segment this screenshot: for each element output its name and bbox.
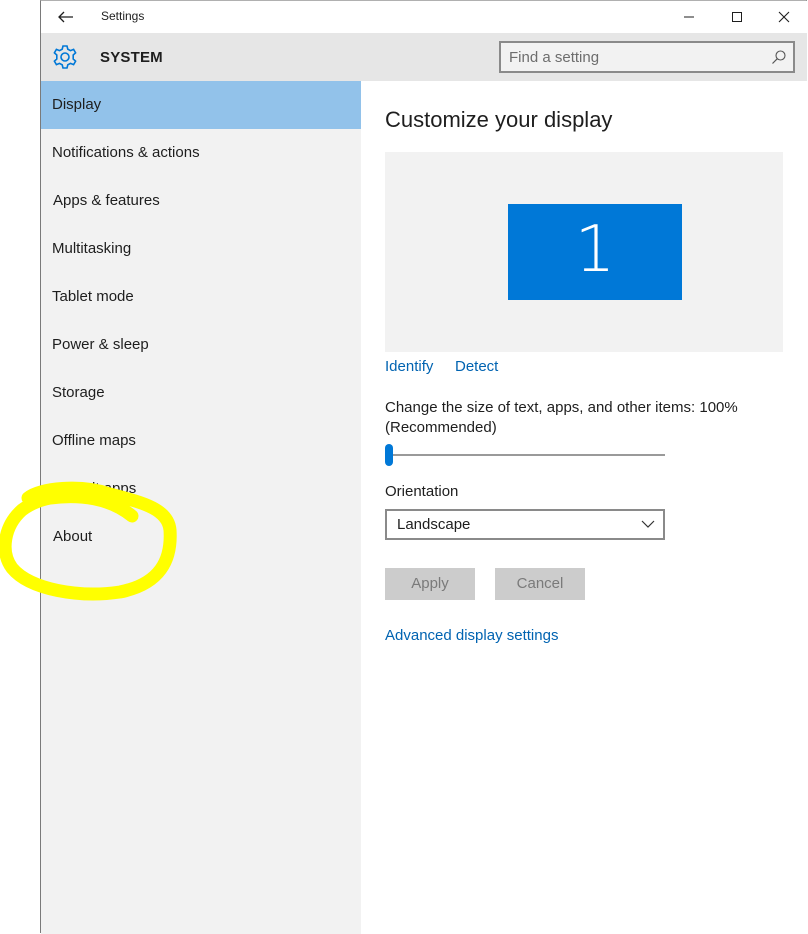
settings-header: SYSTEM xyxy=(41,33,807,81)
close-button[interactable] xyxy=(761,1,807,33)
sidebar-item-notifications[interactable]: Notifications & actions xyxy=(41,129,361,177)
chevron-down-icon xyxy=(641,520,655,528)
orientation-dropdown[interactable]: Landscape xyxy=(385,509,665,540)
sidebar-item-power-sleep[interactable]: Power & sleep xyxy=(41,321,361,369)
page-title: Customize your display xyxy=(385,107,613,132)
slider-thumb[interactable] xyxy=(385,444,393,466)
advanced-display-settings-link[interactable]: Advanced display settings xyxy=(385,627,558,644)
section-title: SYSTEM xyxy=(100,49,163,66)
search-input[interactable] xyxy=(509,47,759,67)
gear-icon xyxy=(53,45,77,69)
settings-window: Settings SYSTEM Display Notifica xyxy=(40,0,807,934)
maximize-icon xyxy=(732,12,742,22)
back-arrow-icon xyxy=(58,11,73,23)
main-content: Customize your display 1 Identify Detect… xyxy=(361,81,807,934)
sidebar-item-offline-maps[interactable]: Offline maps xyxy=(41,417,361,465)
sidebar-item-about[interactable]: About xyxy=(41,513,361,561)
title-bar: Settings xyxy=(41,1,807,33)
orientation-label: Orientation xyxy=(385,483,459,500)
sidebar-item-default-apps[interactable]: Default apps xyxy=(41,465,361,513)
apply-button[interactable]: Apply xyxy=(385,568,475,600)
display-preview: 1 xyxy=(385,152,783,352)
back-button[interactable] xyxy=(49,5,83,29)
identify-link[interactable]: Identify xyxy=(385,358,433,375)
sidebar-item-tablet-mode[interactable]: Tablet mode xyxy=(41,273,361,321)
scale-slider[interactable] xyxy=(385,444,667,466)
sidebar-item-storage[interactable]: Storage xyxy=(41,369,361,417)
detect-link[interactable]: Detect xyxy=(455,358,498,375)
scale-label: Change the size of text, apps, and other… xyxy=(385,399,738,436)
monitor-tile[interactable]: 1 xyxy=(508,204,682,300)
slider-track xyxy=(385,454,665,456)
sidebar: Display Notifications & actions Apps & f… xyxy=(41,81,361,934)
minimize-icon xyxy=(684,16,694,18)
search-icon[interactable] xyxy=(771,49,787,65)
orientation-value: Landscape xyxy=(397,516,471,533)
minimize-button[interactable] xyxy=(666,1,712,33)
cancel-button[interactable]: Cancel xyxy=(495,568,585,600)
maximize-button[interactable] xyxy=(714,1,760,33)
window-title: Settings xyxy=(101,9,145,23)
close-icon xyxy=(778,11,790,23)
sidebar-item-apps-features[interactable]: Apps & features xyxy=(41,177,361,225)
search-box[interactable] xyxy=(499,41,795,73)
sidebar-item-display[interactable]: Display xyxy=(41,81,361,129)
sidebar-item-multitasking[interactable]: Multitasking xyxy=(41,225,361,273)
